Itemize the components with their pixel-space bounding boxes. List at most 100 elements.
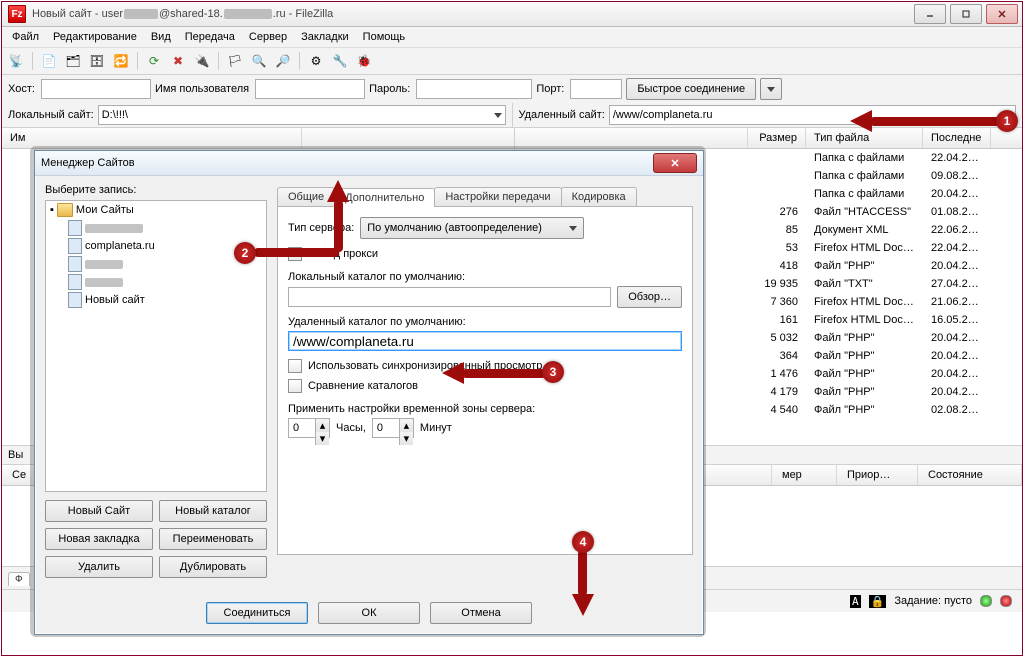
binary-icon[interactable]: 🔧 — [330, 51, 350, 71]
compare-dirs-checkbox[interactable] — [288, 379, 302, 393]
cell-size: 19 935 — [748, 278, 806, 290]
cell-modified: 02.08.2016 — [923, 404, 991, 416]
pass-label: Пароль: — [369, 83, 410, 95]
local-dir-input[interactable] — [288, 287, 611, 307]
connect-button[interactable]: Соединиться — [206, 602, 308, 624]
server-icon — [68, 256, 82, 272]
tab-general[interactable]: Общие — [277, 187, 335, 206]
cell-modified: 20.04.2016 — [923, 260, 991, 272]
refresh-icon[interactable]: ⟳ — [144, 51, 164, 71]
remote-path-label: Удаленный сайт: — [519, 109, 605, 121]
menu-file[interactable]: Файл — [6, 29, 45, 45]
minutes-spinner[interactable]: 0▴▾ — [372, 418, 414, 438]
menu-transfer[interactable]: Передача — [179, 29, 241, 45]
new-bookmark-button[interactable]: Новая закладка — [45, 528, 153, 550]
bypass-proxy-checkbox[interactable] — [288, 247, 302, 261]
cell-type: Папка с файлами — [806, 152, 923, 164]
remote-path-combo[interactable]: /www/complaneta.ru — [609, 105, 1016, 125]
dropdown-icon — [569, 226, 577, 231]
minimize-button[interactable] — [914, 4, 946, 24]
cell-type: Файл "PHP" — [806, 386, 923, 398]
local-path-label: Локальный сайт: — [8, 109, 94, 121]
cell-modified: 20.04.2016 — [923, 350, 991, 362]
blurred-text — [224, 9, 272, 19]
queue-tab[interactable]: Ф — [8, 572, 30, 586]
duplicate-button[interactable]: Дублировать — [159, 556, 267, 578]
minutes-label: Минут — [420, 422, 452, 434]
col-modified[interactable]: Последне — [923, 128, 991, 148]
pass-input[interactable] — [416, 79, 532, 99]
cell-type: Папка с файлами — [806, 170, 923, 182]
tab-transfer[interactable]: Настройки передачи — [434, 187, 561, 206]
rename-button[interactable]: Переименовать — [159, 528, 267, 550]
bookmarks-icon[interactable]: 🐞 — [354, 51, 374, 71]
sitemanager-icon[interactable]: 📡 — [6, 51, 26, 71]
server-icon — [68, 238, 82, 254]
tab-charset[interactable]: Кодировка — [561, 187, 637, 206]
cell-type: Файл "PHP" — [806, 260, 923, 272]
blurred-text — [124, 9, 158, 19]
maximize-button[interactable] — [950, 4, 982, 24]
menu-bookmarks[interactable]: Закладки — [295, 29, 355, 45]
cell-size: 364 — [748, 350, 806, 362]
host-input[interactable] — [41, 79, 151, 99]
local-path-combo[interactable]: D:\!!!\ — [98, 105, 506, 125]
col-size[interactable]: Размер — [748, 128, 806, 148]
remote-dir-input[interactable] — [288, 331, 682, 351]
toolbar: 📡 📄 🗂 🗄 🔁 ⟳ ✖ 🔌 🏳 🔍 🔎 ⚙ 🔧 🐞 — [2, 48, 1022, 75]
filter-icon[interactable]: 🏳 — [225, 51, 245, 71]
menu-edit[interactable]: Редактирование — [47, 29, 143, 45]
cell-size: 53 — [748, 242, 806, 254]
host-label: Хост: — [8, 83, 35, 95]
menu-view[interactable]: Вид — [145, 29, 177, 45]
queue-col-prio[interactable]: Приор… — [837, 465, 918, 485]
synchronize-icon[interactable]: 🔁 — [111, 51, 131, 71]
settings-tabs: Общие Дополнительно Настройки передачи К… — [277, 184, 693, 207]
title-text: @shared-18. — [159, 8, 223, 20]
tree-entry-newsite[interactable]: Новый сайт — [85, 294, 145, 306]
ok-button[interactable]: ОК — [318, 602, 420, 624]
local-path-value: D:\!!!\ — [102, 109, 128, 121]
toggle-log-icon[interactable]: 📄 — [39, 51, 59, 71]
menu-help[interactable]: Помощь — [357, 29, 412, 45]
server-type-dropdown[interactable]: По умолчанию (автоопределение) — [360, 217, 584, 239]
cancel-button[interactable]: Отмена — [430, 602, 532, 624]
col-type[interactable]: Тип файла — [806, 128, 923, 148]
tree-entry-complaneta[interactable]: complaneta.ru — [85, 240, 155, 252]
site-tree[interactable]: ▪Мои Сайты complaneta.ru Новый сайт — [45, 200, 267, 492]
path-bar: Локальный сайт: D:\!!!\ Удаленный сайт: … — [2, 103, 1022, 127]
user-input[interactable] — [255, 79, 365, 99]
settings-icon[interactable]: ⚙ — [306, 51, 326, 71]
stop-icon[interactable]: ✖ — [168, 51, 188, 71]
quickconnect-history-button[interactable] — [760, 78, 782, 100]
dialog-title: Менеджер Сайтов — [41, 157, 135, 169]
server-icon — [68, 220, 82, 236]
toggle-queue-icon[interactable]: 🗄 — [87, 51, 107, 71]
filezilla-window: Fz Новый сайт - user@shared-18..ru - Fil… — [1, 1, 1023, 656]
tab-advanced[interactable]: Дополнительно — [334, 188, 435, 207]
compare-icon[interactable]: 🔍 — [249, 51, 269, 71]
sync-browse-checkbox[interactable] — [288, 359, 302, 373]
hours-spinner[interactable]: 0▴▾ — [288, 418, 330, 438]
dialog-close-button[interactable]: ✕ — [653, 153, 697, 173]
port-input[interactable] — [570, 79, 622, 99]
menu-server[interactable]: Сервер — [243, 29, 293, 45]
col-name[interactable]: Им — [2, 128, 302, 148]
new-site-button[interactable]: Новый Сайт — [45, 500, 153, 522]
queue-col-state[interactable]: Состояние — [918, 465, 1022, 485]
cell-type: Файл "HTACCESS" — [806, 206, 923, 218]
delete-button[interactable]: Удалить — [45, 556, 153, 578]
quickconnect-button[interactable]: Быстрое соединение — [626, 78, 756, 100]
col-name[interactable] — [515, 128, 748, 148]
queue-col-size[interactable]: мер — [772, 465, 837, 485]
new-folder-button[interactable]: Новый каталог — [159, 500, 267, 522]
find-icon[interactable]: 🔎 — [273, 51, 293, 71]
close-button[interactable] — [986, 4, 1018, 24]
toggle-tree-icon[interactable]: 🗂 — [63, 51, 83, 71]
compare-dirs-label: Сравнение каталогов — [308, 380, 418, 392]
title-text: Новый сайт - user — [32, 8, 123, 20]
cell-modified: 22.06.2016 — [923, 224, 991, 236]
disconnect-icon[interactable]: 🔌 — [192, 51, 212, 71]
folder-icon — [57, 203, 73, 217]
browse-button[interactable]: Обзор… — [617, 286, 682, 308]
